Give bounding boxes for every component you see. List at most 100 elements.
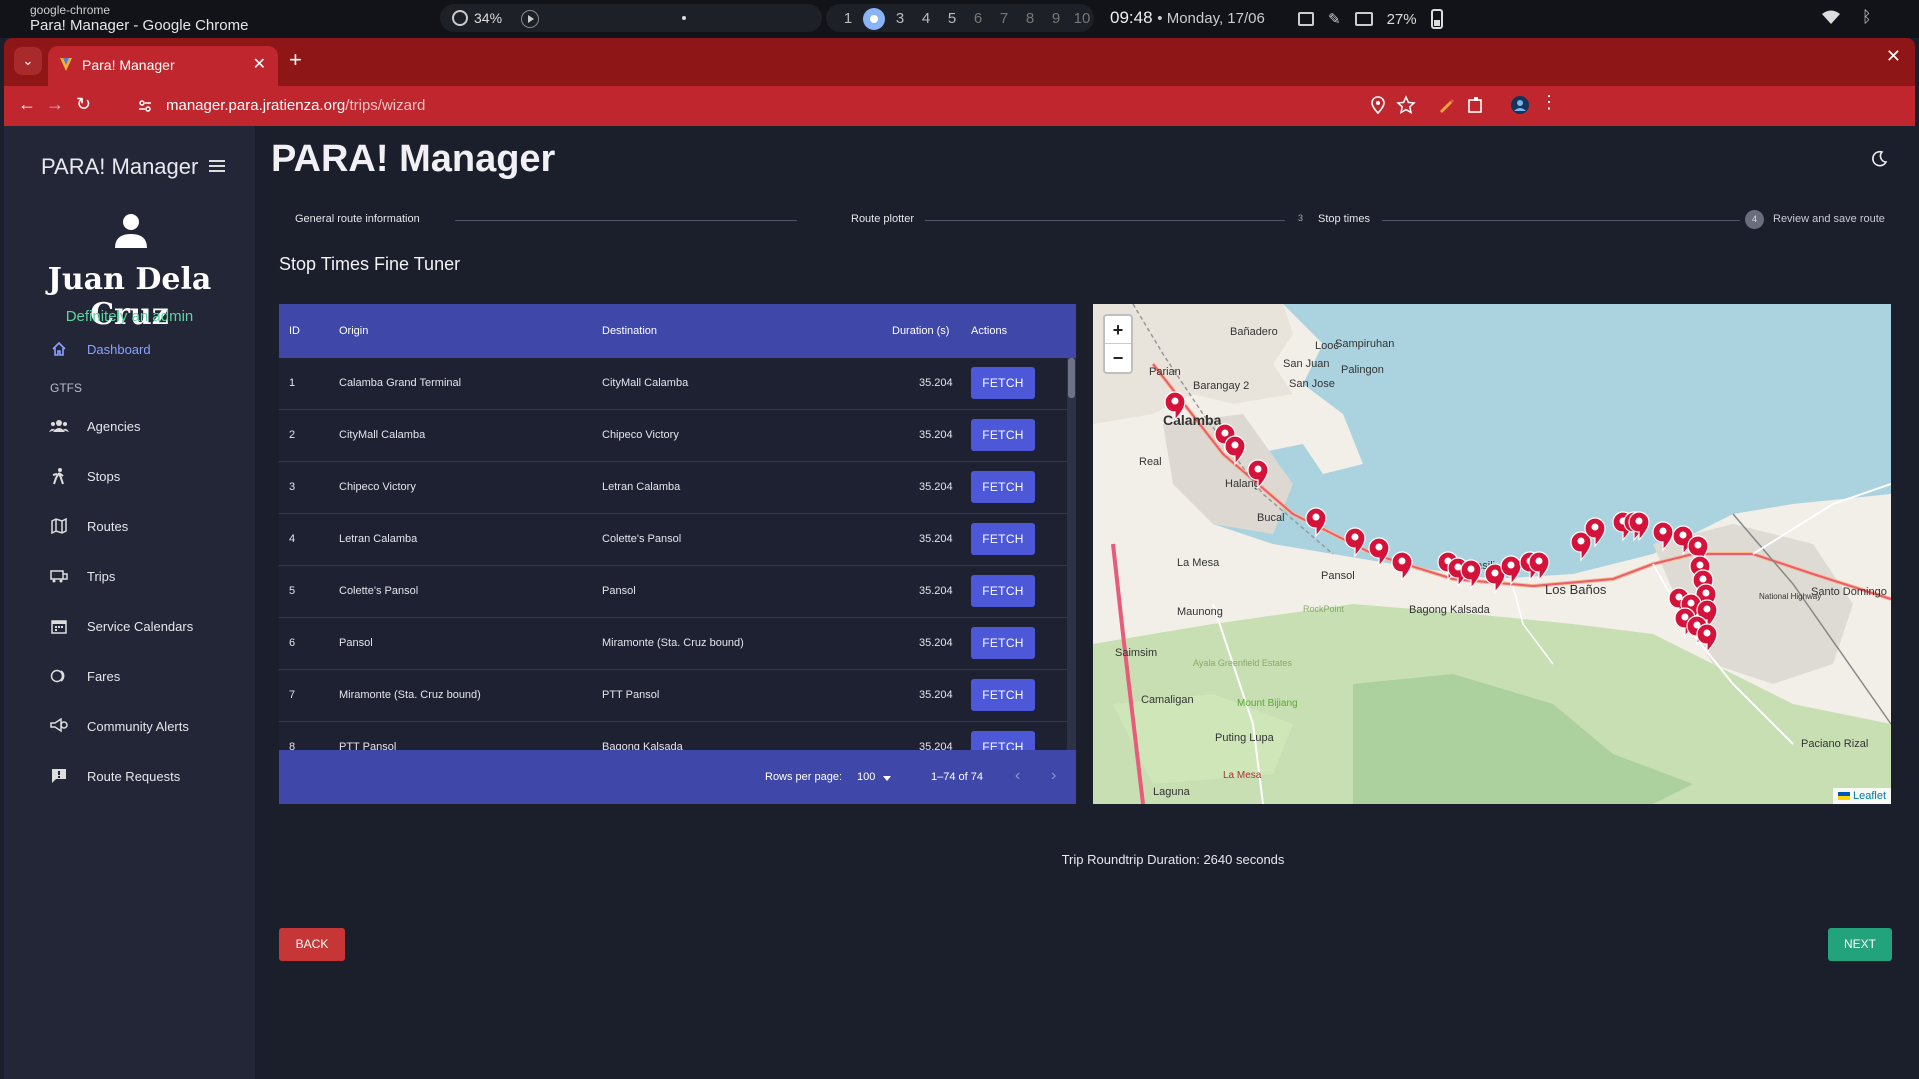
step-connector (1382, 220, 1740, 221)
workspace-9[interactable]: 9 (1043, 8, 1069, 30)
workspace-8[interactable]: 8 (1017, 8, 1043, 30)
menu-toggle-icon[interactable] (209, 160, 225, 172)
sidebar-item-fares[interactable]: Fares (49, 661, 120, 691)
stop-markers (1164, 391, 1718, 653)
fetch-button[interactable]: FETCH (971, 523, 1035, 555)
bluetooth-icon[interactable]: ᛒ (1862, 9, 1872, 27)
reload-icon[interactable]: ↻ (76, 94, 91, 115)
attribution-link[interactable]: Leaflet (1853, 790, 1886, 802)
workspace-3[interactable]: 3 (887, 8, 913, 30)
col-id[interactable]: ID (289, 325, 300, 337)
table-scrollbar[interactable] (1067, 358, 1076, 750)
fetch-button[interactable]: FETCH (971, 679, 1035, 711)
step-stop-times[interactable]: Stop times (1318, 213, 1370, 225)
fetch-button[interactable]: FETCH (971, 731, 1035, 750)
cell-duration[interactable]: 35.204 (919, 481, 953, 493)
wifi-icon[interactable] (1822, 10, 1840, 24)
browser-toolbar: ← → ↻ manager.para.jratienza.org/trips/w… (4, 86, 1915, 126)
cell-id: 8 (289, 741, 296, 750)
browser-tab[interactable]: Para! Manager ✕ (48, 46, 278, 86)
sidebar-item-stops[interactable]: Stops (49, 461, 120, 491)
sidebar-item-trips[interactable]: Trips (49, 561, 115, 591)
media-play-icon[interactable] (521, 10, 539, 28)
step-general-info[interactable]: General route information (295, 213, 420, 225)
dark-mode-toggle-icon[interactable] (1870, 150, 1888, 168)
cell-origin: Calamba Grand Terminal (339, 377, 462, 389)
sidebar-item-community-alerts[interactable]: Community Alerts (49, 711, 189, 741)
back-arrow-icon[interactable]: ← (18, 94, 36, 115)
new-tab-icon[interactable]: + (289, 47, 302, 73)
cell-duration[interactable]: 35.204 (919, 429, 953, 441)
scrollbar-thumb[interactable] (1068, 358, 1075, 398)
col-destination[interactable]: Destination (602, 325, 657, 337)
rows-per-page-select[interactable]: 100 (857, 771, 875, 783)
cell-duration[interactable]: 35.204 (919, 377, 953, 389)
col-duration[interactable]: Duration (s) (892, 325, 949, 337)
cpu-indicator: 34% (452, 10, 502, 26)
sidebar-item-label: Routes (87, 518, 129, 534)
next-button[interactable]: NEXT (1828, 928, 1892, 961)
location-pin-icon[interactable] (1368, 95, 1388, 115)
sidebar-item-label: Community Alerts (87, 718, 189, 734)
tab-search-chevron-icon[interactable]: ⌄ (14, 47, 42, 75)
zoom-out-button[interactable]: − (1105, 344, 1131, 372)
sidebar-item-agencies[interactable]: Agencies (49, 411, 140, 441)
fetch-button[interactable]: FETCH (971, 419, 1035, 451)
pen-icon[interactable]: ✎ (1328, 10, 1341, 28)
workspace-10[interactable]: 10 (1069, 8, 1095, 30)
address-bar[interactable]: manager.para.jratienza.org/trips/wizard (128, 90, 1468, 122)
prev-page-chevron-left-icon[interactable]: ‹ (1015, 767, 1020, 785)
step-route-plotter[interactable]: Route plotter (851, 213, 914, 225)
forward-arrow-icon[interactable]: → (46, 94, 64, 115)
browser-menu-icon[interactable]: ⋮ (1540, 92, 1558, 113)
workspace-4[interactable]: 4 (913, 8, 939, 30)
sidebar-item-dashboard[interactable]: Dashboard (49, 334, 151, 364)
table-row: 5 Colette's Pansol Pansol 35.204 FETCH (279, 566, 1069, 618)
sidebar: PARA! Manager Juan Dela Cruz Definitely … (4, 126, 255, 1079)
table-row: 2 CityMall Calamba Chipeco Victory 35.20… (279, 410, 1069, 462)
bookmark-star-icon[interactable] (1396, 95, 1416, 115)
fetch-button[interactable]: FETCH (971, 575, 1035, 607)
workspace-7[interactable]: 7 (991, 8, 1017, 30)
extension-pen-icon[interactable] (1436, 95, 1456, 115)
window-close-icon[interactable]: ✕ (1886, 46, 1901, 67)
clock-date: • Monday, 17/06 (1157, 10, 1265, 27)
flag-icon (1837, 792, 1850, 801)
extensions-puzzle-icon[interactable] (1466, 95, 1486, 115)
workspace-2-active[interactable] (863, 8, 885, 30)
browser-window: ⌄ Para! Manager ✕ + ✕ ← → ↻ manager.para… (4, 38, 1915, 1079)
table-pagination: Rows per page: 100 1–74 of 74 ‹ › (279, 750, 1076, 804)
cell-destination: Colette's Pansol (602, 533, 682, 545)
fetch-button[interactable]: FETCH (971, 627, 1035, 659)
calendar-icon (49, 617, 69, 635)
battery-value: 27% (1386, 10, 1417, 28)
step-review-save[interactable]: Review and save route (1773, 213, 1885, 225)
sidebar-item-route-requests[interactable]: Route Requests (49, 761, 180, 791)
workspace-5[interactable]: 5 (939, 8, 965, 30)
sidebar-item-service-calendars[interactable]: Service Calendars (49, 611, 193, 641)
col-origin[interactable]: Origin (339, 325, 368, 337)
rows-per-page-chevron-down-icon[interactable] (883, 776, 891, 781)
cell-duration[interactable]: 35.204 (919, 741, 953, 750)
sidebar-item-routes[interactable]: Routes (49, 511, 128, 541)
zoom-in-button[interactable]: + (1105, 316, 1131, 344)
back-button[interactable]: BACK (279, 928, 345, 961)
map-marker-icon[interactable] (1164, 391, 1718, 653)
keyboard-icon[interactable] (1354, 12, 1373, 26)
route-map[interactable]: Bañadero Sampiruhan San Juan Palingon Lo… (1093, 304, 1891, 804)
tab-close-icon[interactable]: ✕ (253, 54, 266, 74)
cell-duration[interactable]: 35.204 (919, 637, 953, 649)
fetch-button[interactable]: FETCH (971, 471, 1035, 503)
workspace-6[interactable]: 6 (965, 8, 991, 30)
cell-duration[interactable]: 35.204 (919, 689, 953, 701)
screenshot-icon[interactable] (1298, 12, 1314, 26)
profile-avatar-icon[interactable] (1510, 95, 1530, 115)
fetch-button[interactable]: FETCH (971, 367, 1035, 399)
next-page-chevron-right-icon[interactable]: › (1051, 767, 1056, 785)
cell-duration[interactable]: 35.204 (919, 533, 953, 545)
map-attribution[interactable]: Leaflet (1832, 788, 1891, 804)
site-info-icon[interactable] (138, 99, 152, 113)
rows-per-page-label: Rows per page: (765, 771, 843, 783)
cell-duration[interactable]: 35.204 (919, 585, 953, 597)
workspace-1[interactable]: 1 (835, 8, 861, 30)
